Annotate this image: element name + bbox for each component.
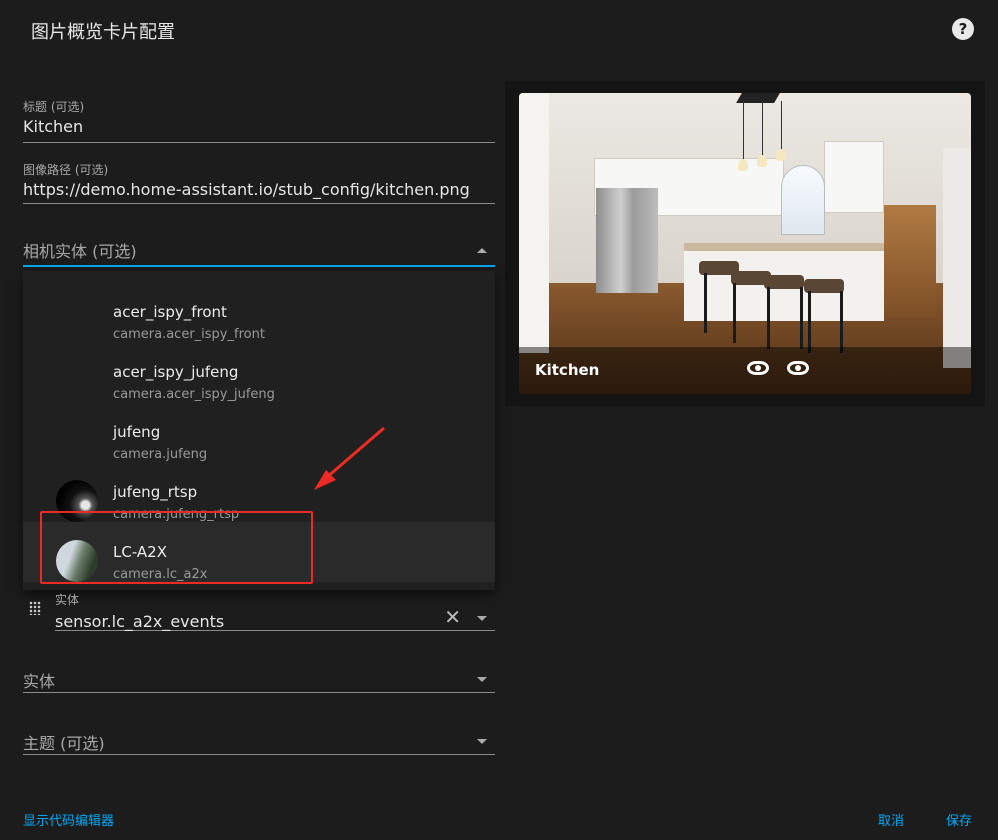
- theme-placeholder: 主题 (可选): [23, 734, 105, 753]
- option-name: jufeng_rtsp: [113, 483, 198, 501]
- entity-row-value[interactable]: sensor.lc_a2x_events: [55, 612, 495, 631]
- image-path-field[interactable]: 图像路径 (可选) https://demo.home-assistant.io…: [23, 161, 495, 204]
- list-item[interactable]: jufeng camera.jufeng: [23, 402, 495, 462]
- highlight-box: [40, 511, 313, 584]
- option-name: acer_ispy_front: [113, 303, 227, 321]
- camera-entity-placeholder: 相机实体 (可选): [23, 242, 137, 261]
- help-icon[interactable]: ?: [952, 18, 974, 40]
- kitchen-image: Kitchen: [519, 93, 971, 394]
- image-path-value[interactable]: https://demo.home-assistant.io/stub_conf…: [23, 180, 495, 199]
- chevron-down-icon[interactable]: [477, 677, 487, 682]
- theme-select[interactable]: 主题 (可选): [23, 730, 495, 755]
- drag-handle-icon[interactable]: [29, 601, 41, 615]
- option-name: jufeng: [113, 423, 161, 441]
- close-icon[interactable]: ✕: [444, 607, 461, 627]
- title-field-value[interactable]: Kitchen: [23, 117, 495, 136]
- show-code-editor-button[interactable]: 显示代码编辑器: [23, 810, 114, 829]
- red-arrow-icon: [314, 426, 385, 490]
- chevron-down-icon[interactable]: [477, 739, 487, 744]
- card-footer: Kitchen: [519, 347, 971, 394]
- save-button[interactable]: 保存: [946, 810, 972, 829]
- eye-icon[interactable]: [787, 361, 809, 375]
- image-path-label: 图像路径 (可选): [23, 163, 109, 177]
- option-entity-id: camera.acer_ispy_jufeng: [113, 387, 275, 402]
- list-item[interactable]: acer_ispy_jufeng camera.acer_ispy_jufeng: [23, 342, 495, 402]
- eye-icon[interactable]: [747, 361, 769, 375]
- card-title: Kitchen: [535, 361, 600, 379]
- list-item[interactable]: acer_ispy_front camera.acer_ispy_front: [23, 282, 495, 342]
- entity-row-label: 实体: [55, 593, 80, 607]
- entity-placeholder: 实体: [23, 672, 56, 691]
- dialog-title: 图片概览卡片配置: [31, 22, 175, 43]
- title-field-label: 标题 (可选): [23, 100, 85, 114]
- option-entity-id: camera.jufeng: [113, 447, 208, 462]
- camera-entity-combobox[interactable]: 相机实体 (可选): [23, 238, 495, 267]
- chevron-down-icon[interactable]: [477, 616, 487, 621]
- option-name: acer_ispy_jufeng: [113, 363, 239, 381]
- option-entity-id: camera.acer_ispy_front: [113, 327, 265, 342]
- title-field[interactable]: 标题 (可选) Kitchen: [23, 98, 495, 143]
- entity-combobox[interactable]: 实体: [23, 668, 495, 693]
- chevron-up-icon[interactable]: [477, 248, 487, 253]
- entity-row-field[interactable]: 实体 sensor.lc_a2x_events ✕: [55, 589, 495, 631]
- cancel-button[interactable]: 取消: [878, 810, 904, 829]
